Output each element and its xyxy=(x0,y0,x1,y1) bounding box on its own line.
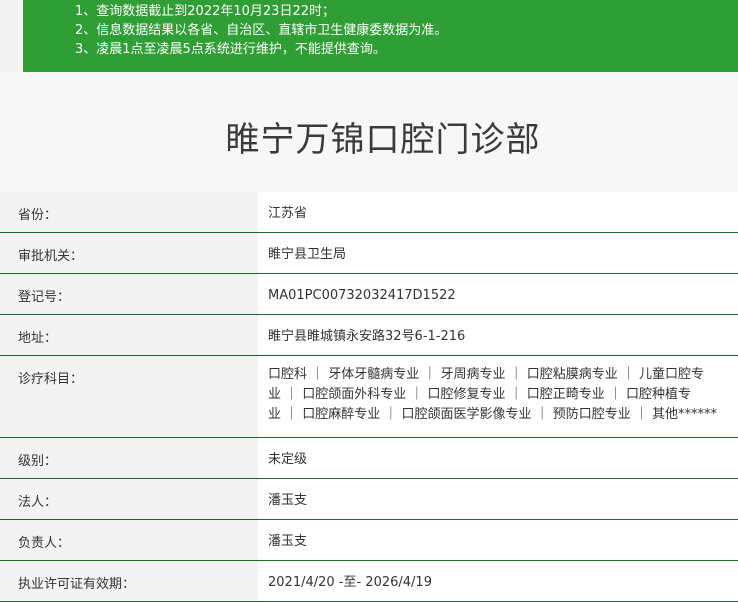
notice-line: 3、凌晨1点至凌晨5点系统进行维护，不能提供查询。 xyxy=(75,42,386,57)
field-value: 未定级 xyxy=(258,438,738,478)
field-value: 睢宁县睢城镇永安路32号6-1-216 xyxy=(258,315,738,355)
scope-line: 口腔科 ｜ 牙体牙髓病专业 ｜ 牙周病专业 ｜ 口腔粘膜病专业 ｜ 儿童口腔专 xyxy=(268,367,705,382)
table-row: 省份： 江苏省 xyxy=(0,192,738,233)
table-row: 负责人： 潘玉支 xyxy=(0,520,738,561)
field-value: 口腔科 ｜ 牙体牙髓病专业 ｜ 牙周病专业 ｜ 口腔粘膜病专业 ｜ 儿童口腔专 … xyxy=(258,356,738,437)
field-label: 审批机关： xyxy=(0,233,258,273)
notice-line: 2、信息数据结果以各省、自治区、直辖市卫生健康委数据为准。 xyxy=(75,23,448,38)
field-label: 省份： xyxy=(0,192,258,232)
table-row: 审批机关： 睢宁县卫生局 xyxy=(0,233,738,274)
table-row: 登记号： MA01PC00732032417D1522 xyxy=(0,274,738,315)
field-value: 潘玉支 xyxy=(258,479,738,519)
notice-line: 1、查询数据截止到2022年10月23日22时； xyxy=(75,4,335,19)
field-label: 法人： xyxy=(0,479,258,519)
table-row: 诊疗科目： 口腔科 ｜ 牙体牙髓病专业 ｜ 牙周病专业 ｜ 口腔粘膜病专业 ｜ … xyxy=(0,356,738,438)
field-value: MA01PC00732032417D1522 xyxy=(258,274,738,314)
field-label: 诊疗科目： xyxy=(0,356,258,437)
table-row: 级别： 未定级 xyxy=(0,438,738,479)
field-label: 登记号： xyxy=(0,274,258,314)
scope-line: 业 ｜ 口腔麻醉专业 ｜ 口腔颌面医学影像专业 ｜ 预防口腔专业 ｜ 其他***… xyxy=(268,407,718,422)
info-table: 省份： 江苏省 审批机关： 睢宁县卫生局 登记号： MA01PC00732032… xyxy=(0,192,738,602)
page-title: 睢宁万锦口腔门诊部 xyxy=(225,120,541,160)
notice-banner: 1、查询数据截止到2022年10月23日22时； 2、信息数据结果以各省、自治区… xyxy=(23,0,738,72)
field-label: 负责人： xyxy=(0,520,258,560)
field-value: 睢宁县卫生局 xyxy=(258,233,738,273)
field-value: 江苏省 xyxy=(258,192,738,232)
table-row: 执业许可证有效期： 2021/4/20 -至- 2026/4/19 xyxy=(0,561,738,602)
field-label: 地址： xyxy=(0,315,258,355)
field-label: 执业许可证有效期： xyxy=(0,561,258,601)
table-row: 法人： 潘玉支 xyxy=(0,479,738,520)
field-value: 潘玉支 xyxy=(258,520,738,560)
table-row: 地址： 睢宁县睢城镇永安路32号6-1-216 xyxy=(0,315,738,356)
field-value: 2021/4/20 -至- 2026/4/19 xyxy=(258,561,738,601)
scope-line: 业 ｜ 口腔颌面外科专业 ｜ 口腔修复专业 ｜ 口腔正畸专业 ｜ 口腔种植专 xyxy=(268,387,692,402)
field-label: 级别： xyxy=(0,438,258,478)
